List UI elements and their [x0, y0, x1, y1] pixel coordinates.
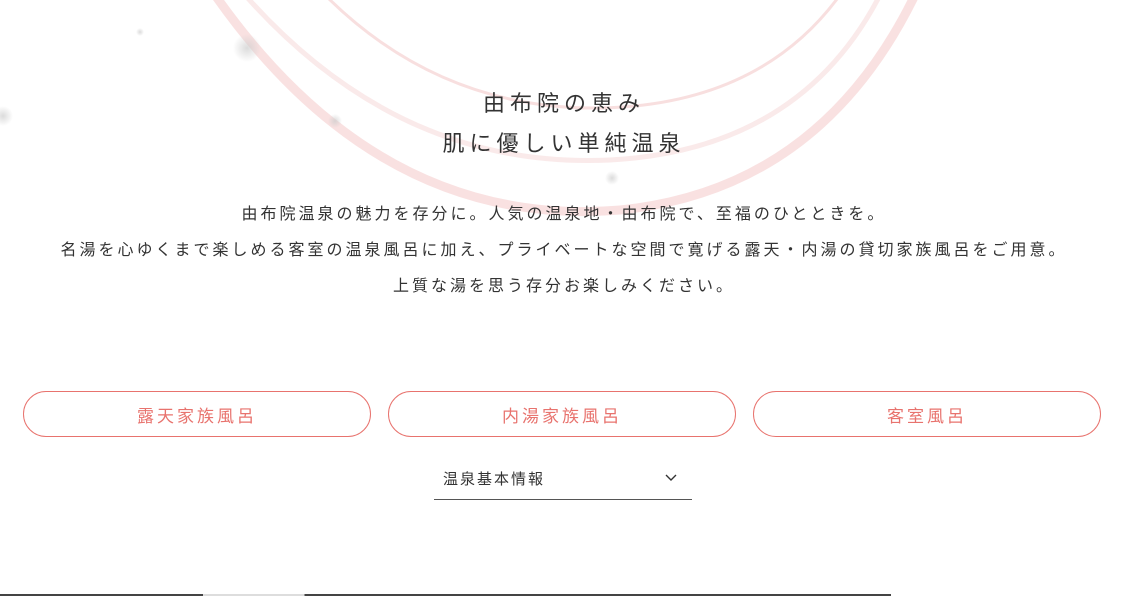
chevron-down-icon [665, 474, 677, 481]
dropdown-label: 温泉基本情報 [443, 470, 546, 488]
description-line2: 名湯を心ゆくまで楽しめる客室の温泉風呂に加え、プライベートな空間で寛げる露天・内… [60, 240, 1068, 259]
guestroom-bath-button[interactable]: 客室風呂 [753, 391, 1101, 437]
description-line1: 由布院温泉の魅力を存分に。人気の温泉地・由布院で、至福のひとときを。 [241, 204, 887, 223]
indoor-family-bath-button[interactable]: 内湯家族風呂 [388, 391, 736, 437]
section-title-line1: 由布院の恵み [482, 92, 645, 117]
description-line3: 上質な湯を思う存分お楽しみください。 [392, 276, 735, 295]
onsen-info-dropdown[interactable]: 温泉基本情報 [434, 458, 692, 500]
section-title-line2: 肌に優しい単純温泉 [442, 132, 686, 157]
onsen-section: 由布院の恵み 肌に優しい単純温泉 由布院温泉の魅力を存分に。人気の温泉地・由布院… [0, 0, 1128, 596]
outdoor-family-bath-button[interactable]: 露天家族風呂 [23, 391, 371, 437]
